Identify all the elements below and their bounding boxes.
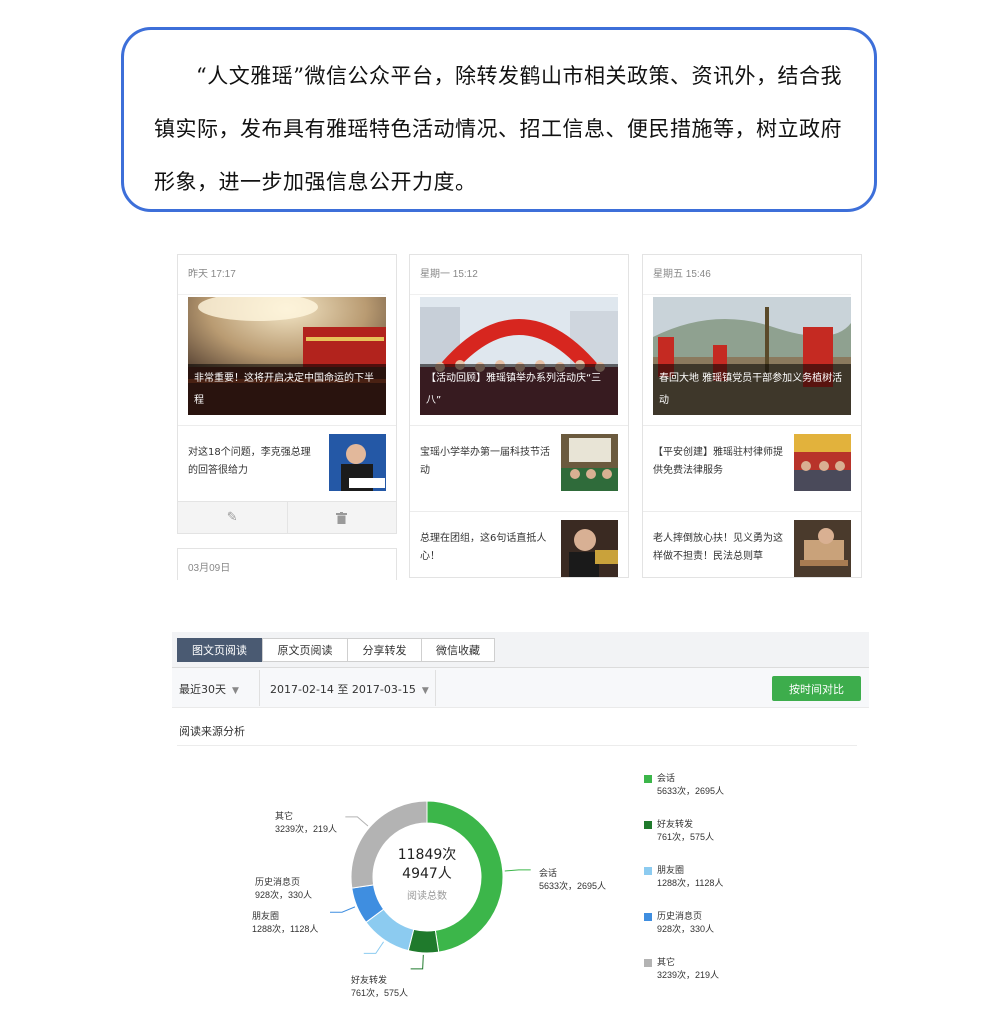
sub-article-thumb [561,434,618,491]
tab-share[interactable]: 分享转发 [347,638,422,662]
tab-favorites[interactable]: 微信收藏 [421,638,495,662]
chart-label-moments: 朋友圈 1288次，1128人 [252,910,318,936]
article-title: 非常重要！这将开启决定中国命运的下半程 [188,364,386,415]
chart-label-friend: 好友转发 761次，575人 [351,974,408,1000]
caret-down-icon: ▼ [421,686,429,696]
legend-value: 3239次，219人 [657,970,720,980]
date-range-value: 2017-02-14 至 2017-03-15 [270,683,416,696]
legend-item[interactable]: 好友转发 761次，575人 [644,818,774,864]
sub-article[interactable]: 对这18个问题，李克强总理的回答很给力 [178,425,396,501]
sub-article-title: 宝瑶小学举办第一届科技节活动 [420,447,550,476]
article-title: 春回大地 雅瑶镇党员干部参加义务植树活动 [653,364,851,415]
legend-swatch [644,959,652,967]
section-title: 阅读来源分析 [179,725,245,738]
leader-line-3 [330,906,356,913]
sub-article[interactable]: 宝瑶小学举办第一届科技节活动 [410,425,628,501]
sub-article-title: 总理在团组，这6句话直抵人心！ [420,533,547,562]
tab-image-text-read[interactable]: 图文页阅读 [177,638,262,662]
date-range-select[interactable]: 2017-02-14 至 2017-03-15 ▼ [270,681,429,697]
stats-tab-bar: 图文页阅读 原文页阅读 分享转发 微信收藏 [172,632,869,668]
center-total-users: 4947人 [402,866,452,882]
article-cover[interactable]: 春回大地 雅瑶镇党员干部参加义务植树活动 [653,297,851,415]
article-title: 【活动回顾】雅瑶镇举办系列活动庆“三八” [420,364,618,415]
leader-line-4 [345,816,369,827]
intro-text: “人文雅瑶”微信公众平台，除转发鹤山市相关政策、资讯外，结合我镇实际，发布具有雅… [154,64,842,194]
legend-swatch [644,775,652,783]
legend-item[interactable]: 朋友圈 1288次，1128人 [644,864,774,910]
sub-article-title: 老人摔倒放心扶！见义勇为这样做不担责！民法总则草 [653,533,783,562]
section-divider [177,745,857,746]
divider [259,670,260,706]
intro-box: “人文雅瑶”微信公众平台，除转发鹤山市相关政策、资讯外，结合我镇实际，发布具有雅… [121,27,877,212]
article-card-2[interactable]: 星期一 15:12 【活动回顾】雅瑶镇举办系列活动庆“三八” 宝瑶小学举办第一届… [409,254,629,578]
chart-label-history: 历史消息页 928次，330人 [255,876,312,902]
legend-swatch [644,913,652,921]
center-caption: 阅读总数 [407,889,447,902]
article-cover[interactable]: 【活动回顾】雅瑶镇举办系列活动庆“三八” [420,297,618,415]
legend-swatch [644,821,652,829]
sub-article-thumb [794,520,851,577]
article-card-next[interactable]: 03月09日 [177,548,397,580]
chart-label-name: 朋友圈 [252,911,280,921]
range-select-value: 最近30天 [179,683,226,696]
caret-down-icon: ▼ [232,686,239,696]
article-date: 03月09日 [188,563,231,574]
article-card-3[interactable]: 星期五 15:46 春回大地 雅瑶镇党员干部参加义务植树活动 【平安创建】雅瑶驻… [642,254,862,578]
divider [435,670,436,706]
leader-line-0 [504,869,531,872]
filter-bar: 最近30天 ▼ 2017-02-14 至 2017-03-15 ▼ 按时间对比 [172,668,869,708]
legend-value: 761次，575人 [657,832,715,842]
sub-article[interactable]: 【平安创建】雅瑶驻村律师提供免费法律服务 [643,425,861,501]
chart-label-name: 会话 [539,868,558,878]
legend-swatch [644,867,652,875]
legend-item[interactable]: 会话 5633次，2695人 [644,772,774,818]
legend-name: 好友转发 [657,819,694,829]
chart-label-value: 1288次，1128人 [252,924,319,934]
legend-name: 朋友圈 [657,865,685,875]
legend-value: 5633次，2695人 [657,786,725,796]
legend-item[interactable]: 历史消息页 928次，330人 [644,910,774,956]
chart-label-name: 其它 [275,811,294,821]
legend-value: 1288次，1128人 [657,878,724,888]
leader-line-2 [363,941,384,954]
chart-label-value: 5633次，2695人 [539,881,607,891]
compare-by-time-button[interactable]: 按时间对比 [772,676,861,701]
legend-name: 其它 [657,957,676,967]
sub-article[interactable]: 总理在团组，这6句话直抵人心！ [410,511,628,577]
sub-article-thumb [794,434,851,491]
legend-name: 会话 [657,773,676,783]
range-select[interactable]: 最近30天 ▼ [179,681,239,697]
article-cover[interactable]: 非常重要！这将开启决定中国命运的下半程 [188,297,386,415]
chart-label-value: 761次，575人 [351,988,409,998]
chart-label-other: 其它 3239次，219人 [275,810,337,836]
article-date: 星期一 15:12 [410,255,618,295]
chart-label-value: 928次，330人 [255,890,313,900]
sub-article-thumb [561,520,618,577]
chart-label-chat: 会话 5633次，2695人 [539,867,606,893]
article-date: 星期五 15:46 [643,255,851,295]
sub-article-title: 对这18个问题，李克强总理的回答很给力 [188,447,311,476]
legend-name: 历史消息页 [657,911,703,921]
chart-label-value: 3239次，219人 [275,824,338,834]
center-total-views: 11849次 [398,847,457,863]
trash-icon[interactable] [286,502,397,533]
leader-line-1 [410,954,424,970]
chart-label-name: 历史消息页 [255,877,301,887]
sub-article[interactable]: 老人摔倒放心扶！见义勇为这样做不担责！民法总则草 [643,511,861,577]
chart-legend: 会话 5633次，2695人 好友转发 761次，575人 朋友圈 1288次，… [644,772,774,1002]
article-actions: ✎ [178,501,397,533]
edit-icon[interactable]: ✎ [178,502,287,533]
sub-article-title: 【平安创建】雅瑶驻村律师提供免费法律服务 [653,447,783,476]
article-card-1[interactable]: 昨天 17:17 非常重要！这将开启决定中国命运的下半程 对这18个问题，李克强… [177,254,397,534]
tab-original-read[interactable]: 原文页阅读 [262,638,348,662]
article-date: 昨天 17:17 [178,255,386,295]
chart-label-name: 好友转发 [351,975,388,985]
legend-value: 928次，330人 [657,924,715,934]
sub-article-thumb [329,434,386,491]
legend-item[interactable]: 其它 3239次，219人 [644,956,774,1002]
